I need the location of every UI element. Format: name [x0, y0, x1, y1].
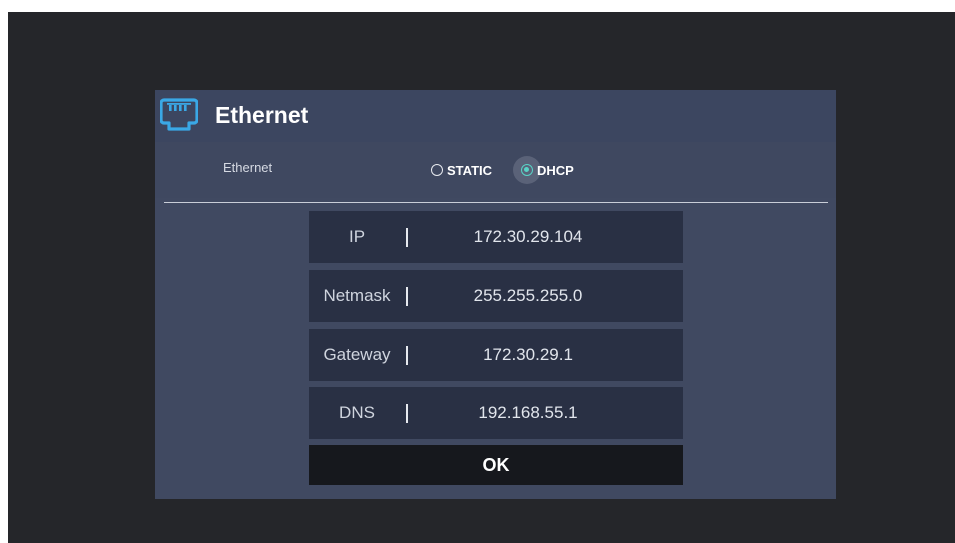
static-radio[interactable]: STATIC [431, 154, 492, 186]
ethernet-dialog: Ethernet Ethernet STATIC DHCP IP 172.30.… [155, 90, 836, 499]
ok-button[interactable]: OK [309, 445, 683, 485]
netmask-label: Netmask [323, 286, 391, 305]
static-radio-label: STATIC [447, 162, 493, 178]
dns-value: 192.168.55.1 [478, 403, 578, 422]
gateway-field[interactable]: Gateway 172.30.29.1 [309, 329, 683, 381]
ip-label: IP [348, 227, 366, 246]
tv-screen: Ethernet Ethernet STATIC DHCP IP 172.30.… [8, 12, 955, 543]
netmask-field[interactable]: Netmask 255.255.255.0 [309, 270, 683, 322]
ip-field[interactable]: IP 172.30.29.104 [309, 211, 683, 263]
ethernet-mode-label: Ethernet [223, 160, 273, 175]
divider [164, 202, 828, 203]
dialog-title: Ethernet [215, 102, 309, 128]
netmask-value: 255.255.255.0 [473, 286, 583, 305]
ethernet-mode-row: Ethernet STATIC DHCP [155, 142, 836, 198]
dialog-titlebar: Ethernet [155, 90, 836, 142]
ethernet-port-icon [160, 98, 198, 131]
radio-unchecked-icon [431, 164, 443, 176]
dns-field[interactable]: DNS 192.168.55.1 [309, 387, 683, 439]
ip-value: 172.30.29.104 [473, 227, 583, 246]
dhcp-radio-label: DHCP [537, 162, 574, 178]
dhcp-radio[interactable]: DHCP [513, 154, 580, 186]
dns-label: DNS [339, 403, 375, 422]
gateway-value: 172.30.29.1 [483, 345, 573, 364]
gateway-label: Gateway [323, 345, 391, 364]
radio-checked-icon [521, 164, 533, 176]
